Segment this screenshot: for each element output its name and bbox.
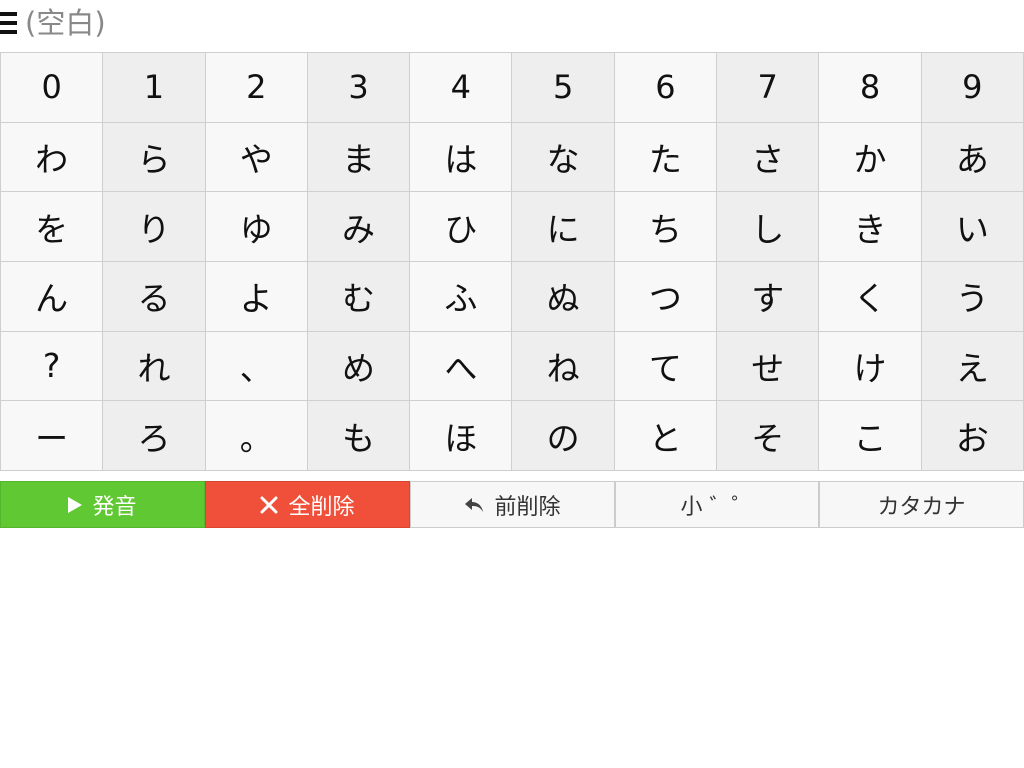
- key[interactable]: 0: [0, 52, 104, 123]
- katakana-label: カタカナ: [877, 494, 966, 520]
- small-dakuten-button[interactable]: 小 ゛゜: [615, 481, 819, 528]
- key[interactable]: ろ: [102, 400, 206, 471]
- kana-keyboard: 0 1 2 3 4 5 6 7 8 9 わ ら や ま は な た さ か あ …: [0, 52, 1024, 471]
- play-icon: [68, 496, 83, 513]
- backspace-button[interactable]: 前削除: [410, 481, 615, 528]
- key[interactable]: わ: [0, 121, 104, 193]
- key[interactable]: ま: [306, 121, 411, 193]
- key[interactable]: か: [818, 121, 922, 193]
- key[interactable]: 3: [306, 52, 411, 123]
- key[interactable]: も: [306, 400, 411, 471]
- key[interactable]: 1: [102, 52, 206, 123]
- text-display: (空白): [25, 6, 106, 40]
- key[interactable]: む: [306, 260, 411, 332]
- keyboard-row-u-dan: ん る よ む ふ ぬ つ す く う: [0, 260, 1024, 332]
- key[interactable]: よ: [204, 260, 308, 332]
- key[interactable]: た: [613, 121, 718, 193]
- backspace-label: 前削除: [494, 494, 561, 520]
- key[interactable]: て: [613, 330, 718, 402]
- key[interactable]: け: [818, 330, 922, 402]
- key[interactable]: す: [716, 260, 820, 332]
- key[interactable]: 2: [204, 52, 308, 123]
- key[interactable]: あ: [920, 121, 1024, 193]
- key[interactable]: れ: [102, 330, 206, 402]
- key[interactable]: 5: [511, 52, 615, 123]
- key[interactable]: う: [920, 260, 1024, 332]
- small-dakuten-label: 小 ゛゜: [680, 494, 754, 520]
- key[interactable]: ふ: [409, 260, 513, 332]
- key[interactable]: る: [102, 260, 206, 332]
- key[interactable]: 7: [716, 52, 820, 123]
- key[interactable]: み: [306, 191, 411, 262]
- key[interactable]: ?: [0, 330, 104, 402]
- close-icon: [260, 496, 278, 514]
- key[interactable]: や: [204, 121, 308, 193]
- key[interactable]: 9: [920, 52, 1024, 123]
- key[interactable]: く: [818, 260, 922, 332]
- speak-button[interactable]: 発音: [0, 481, 205, 528]
- key[interactable]: え: [920, 330, 1024, 402]
- key[interactable]: 、: [204, 330, 308, 402]
- key[interactable]: 6: [613, 52, 718, 123]
- key[interactable]: さ: [716, 121, 820, 193]
- key[interactable]: な: [511, 121, 615, 193]
- key[interactable]: ら: [102, 121, 206, 193]
- key[interactable]: り: [102, 191, 206, 262]
- key[interactable]: 8: [818, 52, 922, 123]
- keyboard-row-o-dan: ー ろ 。 も ほ の と そ こ お: [0, 400, 1024, 471]
- key[interactable]: ゆ: [204, 191, 308, 262]
- key[interactable]: ほ: [409, 400, 513, 471]
- keyboard-row-i-dan: を り ゆ み ひ に ち し き い: [0, 191, 1024, 262]
- key[interactable]: つ: [613, 260, 718, 332]
- speak-label: 発音: [92, 494, 137, 520]
- key[interactable]: め: [306, 330, 411, 402]
- keyboard-row-a-dan: わ ら や ま は な た さ か あ: [0, 121, 1024, 193]
- clear-all-button[interactable]: 全削除: [205, 481, 410, 528]
- keyboard-row-e-dan: ? れ 、 め へ ね て せ け え: [0, 330, 1024, 402]
- clear-all-label: 全削除: [288, 494, 355, 520]
- key[interactable]: ね: [511, 330, 615, 402]
- key[interactable]: お: [920, 400, 1024, 471]
- katakana-button[interactable]: カタカナ: [819, 481, 1024, 528]
- menu-icon[interactable]: [0, 12, 17, 34]
- key[interactable]: と: [613, 400, 718, 471]
- key[interactable]: せ: [716, 330, 820, 402]
- key[interactable]: ー: [0, 400, 104, 471]
- key[interactable]: そ: [716, 400, 820, 471]
- key[interactable]: の: [511, 400, 615, 471]
- key[interactable]: に: [511, 191, 615, 262]
- key[interactable]: を: [0, 191, 104, 262]
- key[interactable]: は: [409, 121, 513, 193]
- key[interactable]: い: [920, 191, 1024, 262]
- key[interactable]: こ: [818, 400, 922, 471]
- key[interactable]: き: [818, 191, 922, 262]
- key[interactable]: 。: [204, 400, 308, 471]
- header-bar: (空白): [0, 0, 1024, 46]
- key[interactable]: ひ: [409, 191, 513, 262]
- key[interactable]: 4: [409, 52, 513, 123]
- key[interactable]: し: [716, 191, 820, 262]
- key[interactable]: ん: [0, 260, 104, 332]
- undo-arrow-icon: [464, 497, 484, 513]
- key[interactable]: ち: [613, 191, 718, 262]
- keyboard-row-digits: 0 1 2 3 4 5 6 7 8 9: [0, 52, 1024, 123]
- action-toolbar: 発音 全削除 前削除 小 ゛゜ カタカナ: [0, 481, 1024, 528]
- key[interactable]: ぬ: [511, 260, 615, 332]
- key[interactable]: へ: [409, 330, 513, 402]
